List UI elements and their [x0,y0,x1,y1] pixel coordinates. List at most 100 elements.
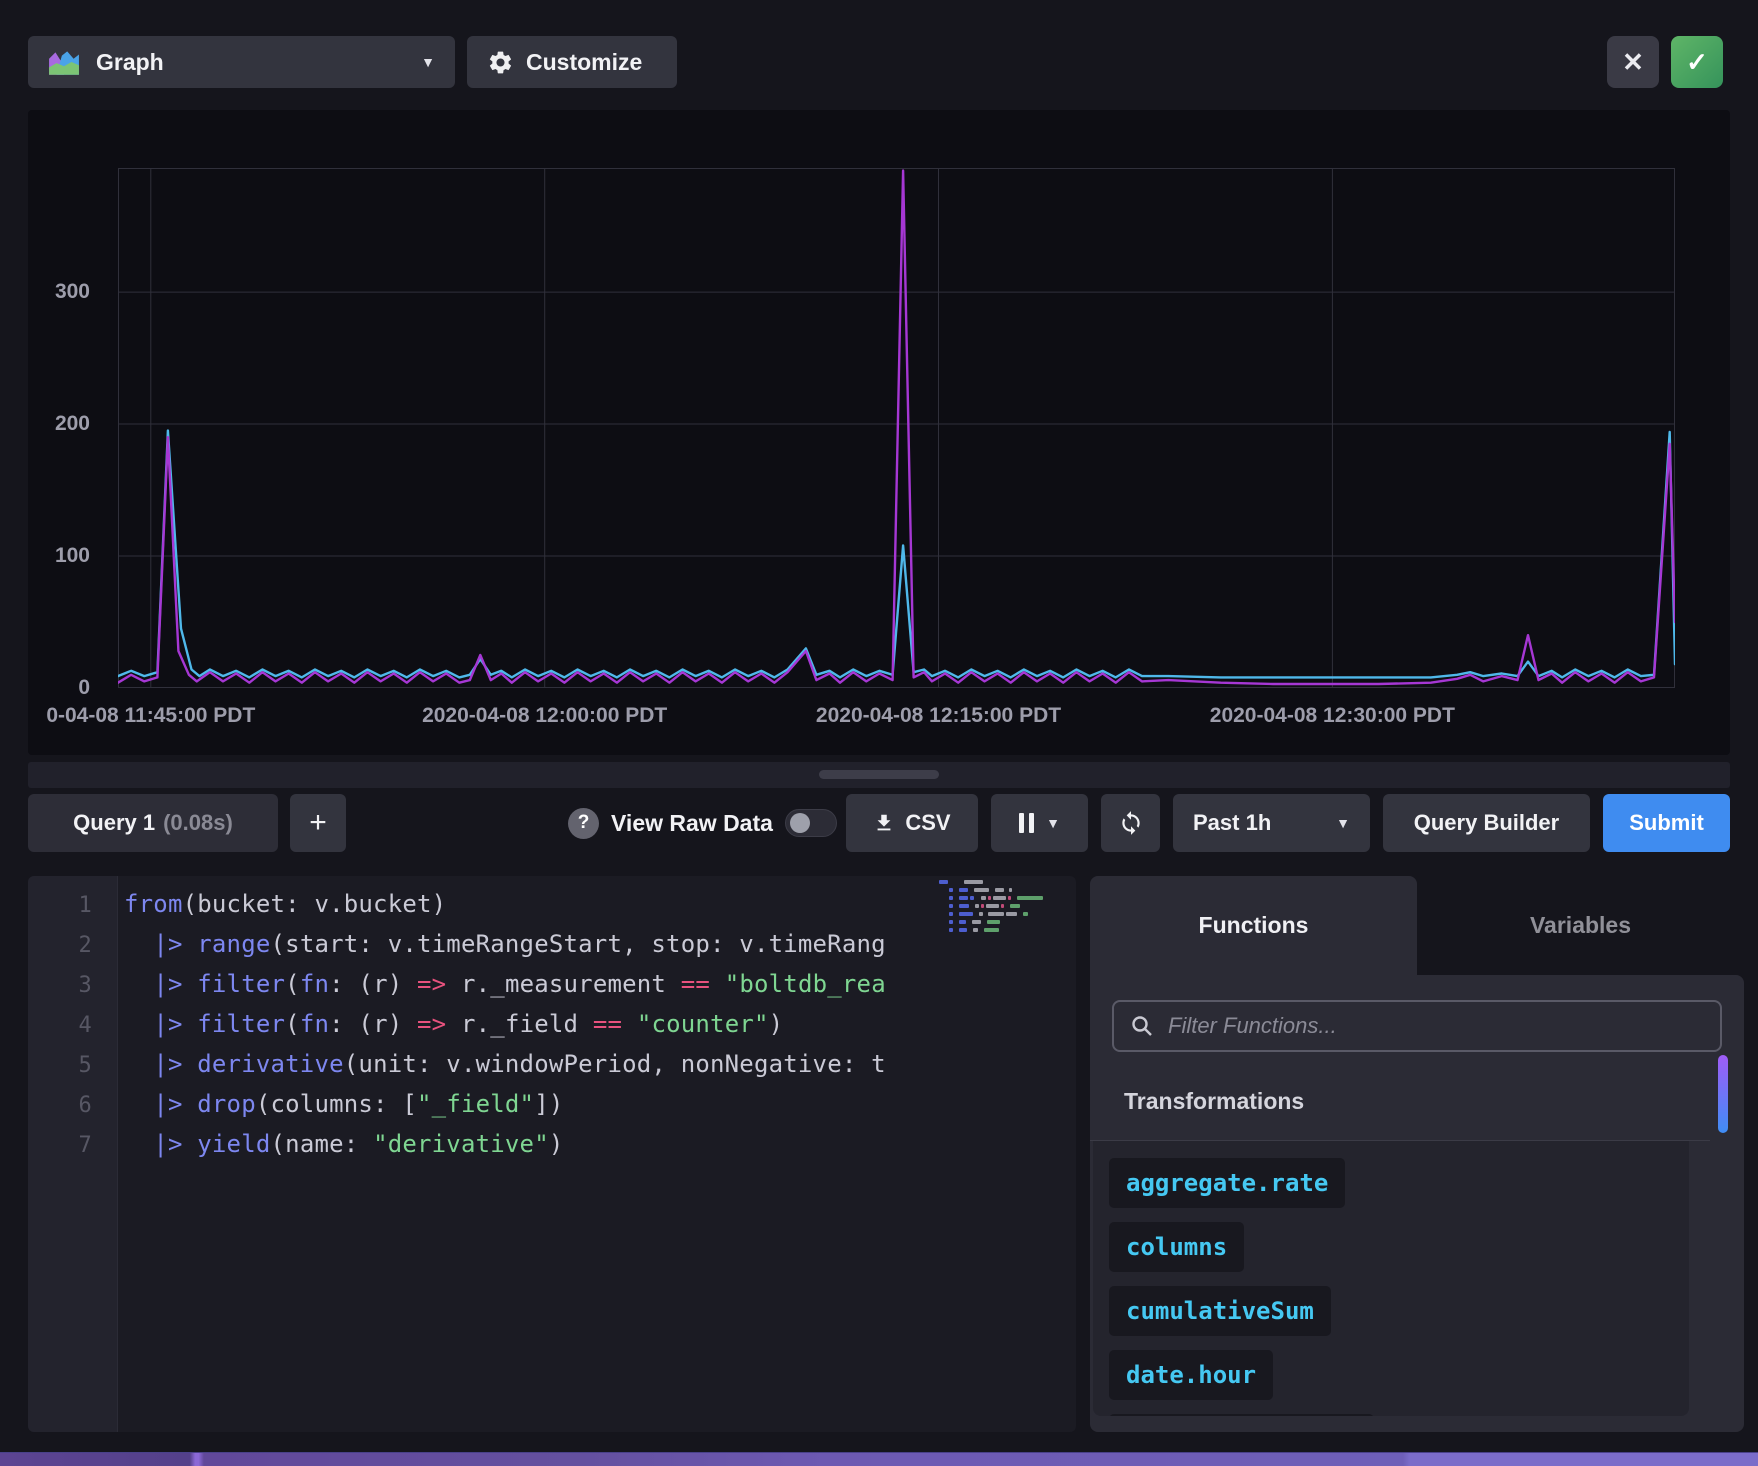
chevron-down-icon: ▼ [421,54,435,70]
minimap-segment [979,912,983,916]
refresh-icon [1118,810,1144,836]
refresh-button[interactable] [1101,794,1160,852]
functions-panel: FunctionsVariables Transformations aggre… [1090,876,1744,1432]
minimap-segment [1008,896,1011,900]
minimap-segment [988,896,991,900]
query-builder-button[interactable]: Query Builder [1383,794,1590,852]
minimap-segment [949,904,953,908]
minimap-row [939,928,1069,932]
minimap-segment [1006,888,1007,892]
csv-download-button[interactable]: CSV [846,794,978,852]
scrollbar-thumb[interactable] [1718,1055,1728,1133]
code-token: ) [549,1130,564,1158]
pause-button[interactable]: ▼ [991,794,1088,852]
help-icon[interactable]: ? [568,808,599,839]
code-token: (bucket: v.bucket) [183,890,447,918]
search-input[interactable] [1168,1013,1704,1039]
chart-svg[interactable] [118,168,1675,688]
minimap-segment [970,888,972,892]
minimap-segment [986,904,999,908]
cancel-button[interactable]: ✕ [1607,36,1659,88]
x-tick-label: 2020-04-08 12:15:00 PDT [816,704,1061,728]
csv-label: CSV [905,810,950,836]
minimap-segment [984,928,999,932]
minimap-segment [975,912,977,916]
line-number: 5 [28,1046,118,1084]
search-icon [1130,1014,1154,1038]
query-builder-label: Query Builder [1414,810,1559,836]
tab-functions[interactable]: Functions [1090,876,1417,975]
query-tab[interactable]: Query 1 (0.08s) [28,794,278,852]
function-pill[interactable]: columns [1109,1222,1244,1272]
x-tick-label: 2020-04-08 12:30:00 PDT [1210,704,1455,728]
code-line[interactable]: 3 |> filter(fn: (r) => r._measurement ==… [28,964,938,1004]
code-token [710,970,725,998]
code-token: ) [769,1010,784,1038]
editor-minimap[interactable] [939,880,1069,936]
minimap-row [939,896,1069,900]
view-type-dropdown[interactable]: Graph ▼ [28,36,455,88]
line-number: 7 [28,1126,118,1164]
minimap-segment [1013,896,1015,900]
customize-button[interactable]: Customize [467,36,677,88]
code-line[interactable]: 7 |> yield(name: "derivative") [28,1124,938,1164]
chevron-down-icon: ▼ [1336,815,1350,831]
query-toolbar: Query 1 (0.08s) + ? View Raw Data CSV ▼ … [28,794,1730,852]
minimap-segment [939,888,947,892]
minimap-segment [939,896,947,900]
code-token: |> filter [153,970,285,998]
toolbar-actions: CSV ▼ Past 1h ▼ Query Builder Submit [846,794,1730,852]
filter-functions-search[interactable] [1112,1000,1722,1052]
function-pill[interactable]: date.microsecond [1109,1414,1374,1416]
line-number: 6 [28,1086,118,1124]
code-line[interactable]: 2 |> range(start: v.timeRangeStart, stop… [28,924,938,964]
code-token: ( [285,970,300,998]
code-token [124,1090,153,1118]
code-line[interactable]: 1from(bucket: v.bucket) [28,884,938,924]
code-token: == [681,970,710,998]
area-chart-icon [48,48,80,76]
code-token: => [417,1010,446,1038]
editor-code[interactable]: 1from(bucket: v.bucket)2 |> range(start:… [28,884,1076,1164]
view-type-label: Graph [96,49,164,76]
add-query-button[interactable]: + [290,794,346,852]
minimap-segment [959,912,973,916]
code-token [622,1010,637,1038]
function-pill[interactable]: aggregate.rate [1109,1158,1345,1208]
tab-variables[interactable]: Variables [1417,876,1744,975]
confirm-button[interactable]: ✓ [1671,36,1723,88]
check-icon: ✓ [1686,47,1708,78]
code-token: from [124,890,183,918]
function-pill[interactable]: date.hour [1109,1350,1273,1400]
toggle-knob [790,813,810,833]
code-line[interactable]: 4 |> filter(fn: (r) => r._field == "coun… [28,1004,938,1044]
minimap-segment [939,880,948,884]
code-token: "_field" [417,1090,534,1118]
code-line[interactable]: 6 |> drop(columns: ["_field"]) [28,1084,938,1124]
code-token: (start: v.timeRangeStart, stop: v.timeRa… [271,930,886,958]
minimap-row [939,888,1069,892]
minimap-segment [949,912,953,916]
code-line[interactable]: 5 |> derivative(unit: v.windowPeriod, no… [28,1044,938,1084]
minimap-segment [1017,896,1043,900]
minimap-segment [981,896,986,900]
resize-drag-handle[interactable] [819,770,939,779]
minimap-row [939,880,1069,884]
minimap-segment [949,896,953,900]
functions-body: Transformations aggregate.ratecolumnscum… [1090,975,1744,1432]
minimap-segment [972,920,981,924]
x-tick-label: 0-04-08 11:45:00 PDT [46,704,255,728]
time-range-dropdown[interactable]: Past 1h ▼ [1173,794,1370,852]
minimap-segment [959,920,966,924]
function-pill[interactable]: cumulativeSum [1109,1286,1331,1336]
y-tick-label: 100 [28,544,104,568]
code-token: (name: [271,1130,374,1158]
code-token: (columns: [ [256,1090,417,1118]
minimap-segment [955,928,957,932]
view-raw-toggle[interactable] [785,809,837,837]
close-icon: ✕ [1622,47,1644,78]
minimap-segment [968,920,970,924]
submit-button[interactable]: Submit [1603,794,1730,852]
flux-editor[interactable]: 1from(bucket: v.bucket)2 |> range(start:… [28,876,1076,1432]
minimap-segment [975,904,979,908]
